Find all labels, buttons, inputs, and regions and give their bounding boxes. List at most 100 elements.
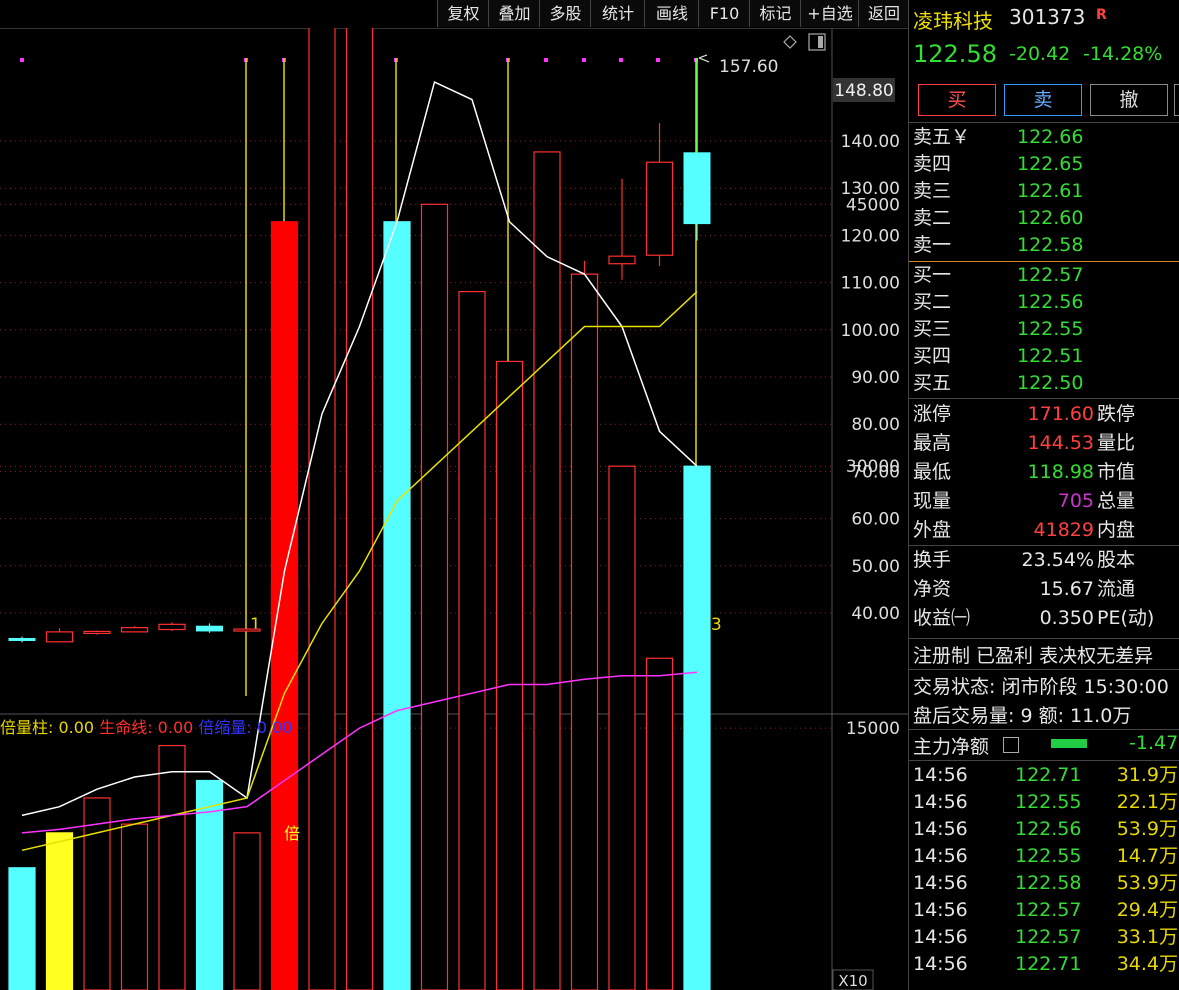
candle[interactable] <box>196 623 223 633</box>
volume-bar[interactable] <box>120 823 149 990</box>
sell-order-row[interactable]: 卖三 122.61 <box>909 178 1179 205</box>
sell-button[interactable]: 卖 <box>1004 84 1082 116</box>
quote-panel: 凌玮科技 301373 R 122.58 -20.42 -14.28% 买 卖 … <box>908 0 1179 990</box>
buy-order-price: 122.51 <box>1017 345 1084 367</box>
diamond-icon[interactable] <box>783 35 797 49</box>
stat-value: 144.53 <box>1027 432 1094 454</box>
volume-bar[interactable] <box>158 744 186 990</box>
sell-order-price: 122.65 <box>1017 153 1084 175</box>
volume-bar[interactable] <box>495 360 524 990</box>
divider <box>909 638 1179 639</box>
buy-order-row[interactable]: 买一 122.57 <box>909 262 1179 289</box>
price-tick-label: 50.00 <box>851 557 900 577</box>
volume-bar[interactable] <box>270 221 299 990</box>
bei-label: 倍 <box>284 824 300 843</box>
volume-bar[interactable] <box>570 273 599 990</box>
sell-order-row[interactable]: 卖四 122.65 <box>909 151 1179 178</box>
buy-order-price: 122.50 <box>1017 372 1084 394</box>
candle[interactable] <box>120 626 149 633</box>
tick-volume: 22.1万 <box>1116 791 1178 813</box>
indicator-3: 倍缩量: 0.00 <box>198 718 292 737</box>
divider <box>909 122 1179 123</box>
candle[interactable] <box>608 178 636 280</box>
price-change-pct: -14.28% <box>1083 43 1163 65</box>
stat-label: 外盘 <box>913 519 952 541</box>
volume-bar[interactable] <box>8 867 36 990</box>
stat-label-2: 总量 <box>1097 490 1136 512</box>
sell-order-label: 卖一 <box>913 234 952 256</box>
toolbar-button-8[interactable]: 返回 <box>858 0 909 27</box>
candle[interactable] <box>8 636 36 643</box>
listing-info: 注册制 已盈利 表决权无差异 <box>913 645 1154 667</box>
high-marker-label: 157.60 <box>719 57 778 77</box>
volume-bar[interactable] <box>345 28 374 990</box>
candle[interactable] <box>233 628 261 632</box>
sell-order-row[interactable]: 卖二 122.60 <box>909 205 1179 232</box>
stat-label: 换手 <box>913 549 952 571</box>
sell-order-price: 122.60 <box>1017 207 1084 229</box>
buy-order-label: 买一 <box>913 264 952 286</box>
signal-dot <box>619 58 623 62</box>
volume-bar[interactable] <box>458 291 486 990</box>
sell-order-row[interactable]: 卖一 122.58 <box>909 232 1179 259</box>
volume-bar[interactable] <box>83 797 111 990</box>
list-icon[interactable] <box>1003 737 1019 753</box>
fib-label: 1 <box>250 615 261 635</box>
stat-row: 外盘 41829 内盘 <box>909 516 1179 545</box>
volume-bar[interactable] <box>45 832 74 990</box>
candle[interactable] <box>45 628 74 643</box>
volume-bar[interactable] <box>683 465 711 990</box>
volume-bar[interactable] <box>383 221 411 990</box>
volume-bar[interactable] <box>533 151 561 990</box>
indicator-2: 生命线: 0.00 <box>99 718 198 737</box>
candle[interactable] <box>158 622 186 631</box>
toolbar-button-2[interactable]: 多股 <box>539 0 591 27</box>
buy-button[interactable]: 买 <box>918 84 996 116</box>
volume-bar[interactable] <box>308 28 336 990</box>
buy-order-row[interactable]: 买五 122.50 <box>909 370 1179 397</box>
signal-dot <box>582 58 586 62</box>
x10-label: X10 <box>838 972 867 990</box>
price-tick-label: 90.00 <box>851 368 900 388</box>
tick-volume: 34.4万 <box>1116 953 1178 975</box>
candle[interactable] <box>83 630 111 635</box>
tick-time: 14:56 <box>913 764 968 786</box>
stat-value: 118.98 <box>1027 461 1094 483</box>
toolbar-button-0[interactable]: 复权 <box>437 0 489 27</box>
sell-order-row[interactable]: 卖五￥ 122.66 <box>909 124 1179 151</box>
stat-label-2: 流通 <box>1097 578 1136 600</box>
chart-area[interactable]: 40.00 50.00 60.00 70.00 80.00 90.00 100.00 110.… <box>0 28 908 990</box>
volume-bar[interactable] <box>233 832 261 990</box>
volume-bar[interactable] <box>608 465 636 990</box>
tick-price: 122.57 <box>1015 899 1082 921</box>
divider <box>909 669 1179 670</box>
toolbar-button-3[interactable]: 统计 <box>590 0 645 27</box>
candle[interactable] <box>645 123 674 267</box>
toolbar-button-5[interactable]: F10 <box>698 0 750 27</box>
stat-value: 15.67 <box>1039 578 1094 600</box>
toolbar-button-7[interactable]: +自选 <box>800 0 859 27</box>
toolbar-button-1[interactable]: 叠加 <box>488 0 540 27</box>
price-tick-label: 40.00 <box>851 604 900 624</box>
kline-chart[interactable]: 40.0050.0060.0070.0080.0090.00100.00110.… <box>0 28 908 990</box>
stat-row: 净资 15.67 流通 <box>909 575 1179 604</box>
panel-toggle-icon[interactable] <box>808 33 826 51</box>
stat-label-2: 量比 <box>1097 432 1136 454</box>
volume-tick-label: 30000 <box>846 457 900 477</box>
volume-bar[interactable] <box>645 657 674 990</box>
stat-label: 最低 <box>913 461 952 483</box>
toolbar-button-4[interactable]: 画线 <box>644 0 699 27</box>
cancel-button[interactable]: 撤 <box>1090 84 1168 116</box>
buy-order-row[interactable]: 买三 122.55 <box>909 316 1179 343</box>
buy-order-row[interactable]: 买二 122.56 <box>909 289 1179 316</box>
volume-bar[interactable] <box>420 203 449 990</box>
buy-order-label: 买二 <box>913 291 952 313</box>
more-button[interactable] <box>1174 84 1179 116</box>
bei-label: 倍 <box>57 928 73 947</box>
stock-name: 凌玮科技 <box>913 9 993 33</box>
tick-row: 14:56 122.58 53.9万 <box>909 870 1179 897</box>
buy-order-row[interactable]: 买四 122.51 <box>909 343 1179 370</box>
toolbar-button-6[interactable]: 标记 <box>749 0 801 27</box>
tick-price: 122.55 <box>1015 845 1082 867</box>
volume-tick-label: 15000 <box>846 719 900 739</box>
